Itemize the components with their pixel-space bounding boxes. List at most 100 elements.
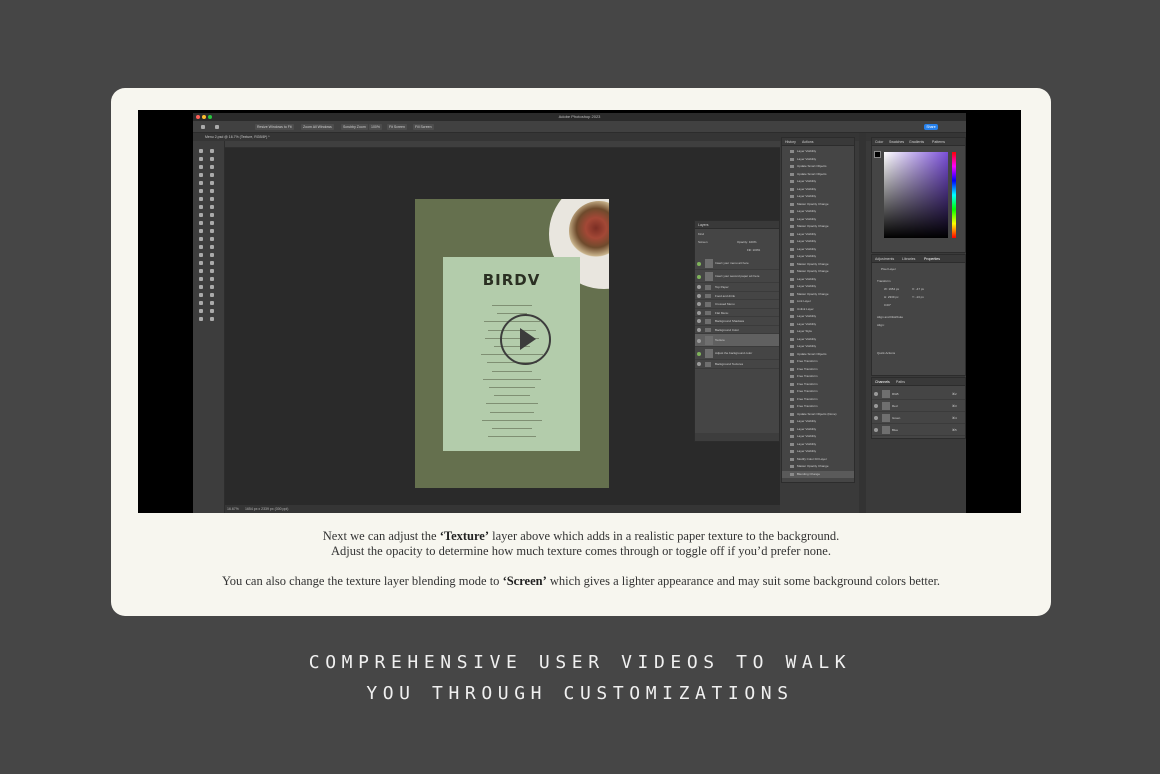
tool-icon[interactable] [210,317,214,321]
visibility-eye-icon[interactable] [874,404,878,408]
foreground-color-swatch[interactable] [874,151,881,158]
history-item[interactable]: Unlink Layer [782,306,854,313]
tool-icon[interactable] [210,245,214,249]
history-item[interactable]: Layer Visibility [782,418,854,425]
channel-row[interactable]: RGB ⌘2 [872,388,965,400]
fill-field[interactable]: Fill: 100% [747,247,760,254]
history-item[interactable]: Layer Visibility [782,426,854,433]
option-scrubby-zoom[interactable]: Scrubby Zoom [341,124,368,130]
tool-icon[interactable] [210,181,214,185]
tool-icon[interactable] [199,285,203,289]
tool-icon[interactable] [210,189,214,193]
tool-icon[interactable] [210,197,214,201]
tool-icon[interactable] [199,293,203,297]
tool-icon[interactable] [210,285,214,289]
y-field[interactable]: Y: -13 px [912,294,924,301]
history-item[interactable]: Free Transform [782,358,854,365]
history-item[interactable]: Layer Visibility [782,208,854,215]
history-item[interactable]: Update Smart Objects [782,171,854,178]
tab-history[interactable]: History [785,138,796,146]
visibility-eye-icon[interactable] [697,285,701,290]
history-item[interactable]: Free Transform [782,403,854,410]
history-item[interactable]: Master Opacity Change [782,201,854,208]
history-item[interactable]: Layer Visibility [782,448,854,455]
layer-row[interactable]: Flat Menu [695,309,779,317]
history-item[interactable]: Free Transform [782,366,854,373]
tool-icon[interactable] [199,301,203,305]
history-item[interactable]: Layer Visibility [782,313,854,320]
tab-color[interactable]: Color [875,138,883,146]
history-item[interactable]: Free Transform [782,381,854,388]
tool-icon[interactable] [210,269,214,273]
angle-field[interactable]: 0.00° [884,302,891,309]
tool-icon[interactable] [199,149,203,153]
tool-icon[interactable] [210,205,214,209]
play-button[interactable] [500,314,551,365]
tool-icon[interactable] [210,229,214,233]
layer-row[interactable]: Background Color [695,326,779,334]
history-item[interactable]: Layer Visibility [782,441,854,448]
tab-paths[interactable]: Paths [896,378,905,386]
tool-icon[interactable] [210,253,214,257]
visibility-eye-icon[interactable] [697,293,701,298]
opacity-field[interactable]: Opacity: 100% [737,239,757,246]
visibility-eye-icon[interactable] [697,327,701,332]
history-item[interactable]: Layer Style [782,328,854,335]
layer-row[interactable]: Background Textures [695,360,779,369]
tab-layers[interactable]: Layers [698,221,709,229]
layer-row[interactable]: Insert your second paper art here [695,270,779,283]
history-item[interactable]: Update Smart Objects [782,163,854,170]
history-item[interactable]: Layer Visibility [782,336,854,343]
history-item[interactable]: Master Opacity Change [782,463,854,470]
history-item[interactable]: Layer Visibility [782,283,854,290]
option-resize-windows[interactable]: Resize Windows to Fit [255,124,294,130]
history-item[interactable]: Blending Change [782,470,854,478]
tab-adjustments[interactable]: Adjustments [875,255,894,263]
channel-row[interactable]: Blue ⌘5 [872,424,965,436]
tool-icon[interactable] [199,197,203,201]
visibility-eye-icon[interactable] [874,416,878,420]
layers-filter-row[interactable]: Kind [695,231,779,238]
layer-row[interactable]: Texture [695,334,779,347]
history-item[interactable]: Layer Visibility [782,253,854,260]
tool-icon[interactable] [210,149,214,153]
tool-icon[interactable] [199,277,203,281]
layer-row[interactable]: Adjust the background color [695,347,779,360]
layers-kind-filter[interactable]: Kind [698,231,704,238]
tool-icon[interactable] [210,261,214,265]
layer-row[interactable]: Top Paper [695,283,779,292]
history-item[interactable]: Layer Visibility [782,178,854,185]
tool-icon[interactable] [210,165,214,169]
height-field[interactable]: H: 2339 px [884,294,899,301]
history-item[interactable]: Link Layer [782,298,854,305]
visibility-eye-icon[interactable] [697,351,701,356]
visibility-eye-icon[interactable] [697,338,701,343]
tool-icon[interactable] [199,165,203,169]
layer-row[interactable]: Food and drink [695,292,779,300]
tool-icon[interactable] [199,229,203,233]
history-item[interactable]: Update Smart Objects [782,351,854,358]
option-fit-screen[interactable]: Fit Screen [387,124,407,130]
tool-icon[interactable] [199,181,203,185]
tool-icon[interactable] [199,317,203,321]
history-item[interactable]: Layer Visibility [782,193,854,200]
history-item[interactable]: Free Transform [782,388,854,395]
tool-icon[interactable] [210,173,214,177]
visibility-eye-icon[interactable] [874,428,878,432]
width-field[interactable]: W: 1654 px [884,286,899,293]
option-100-percent[interactable]: 100% [369,124,382,130]
tool-icon[interactable] [210,221,214,225]
visibility-eye-icon[interactable] [874,392,878,396]
history-item[interactable]: Master Opacity Change [782,268,854,275]
tool-icon[interactable] [210,157,214,161]
tool-icon[interactable] [199,189,203,193]
tool-icon[interactable] [199,157,203,161]
tool-icon[interactable] [210,301,214,305]
history-item[interactable]: Layer Visibility [782,321,854,328]
tool-icon[interactable] [199,173,203,177]
section-quick-actions[interactable]: Quick Actions [872,350,965,357]
history-item[interactable]: Master Opacity Change [782,261,854,268]
history-item[interactable]: Layer Visibility [782,156,854,163]
blend-mode-select[interactable]: Screen [698,239,708,246]
history-item[interactable]: Layer Visibility [782,186,854,193]
